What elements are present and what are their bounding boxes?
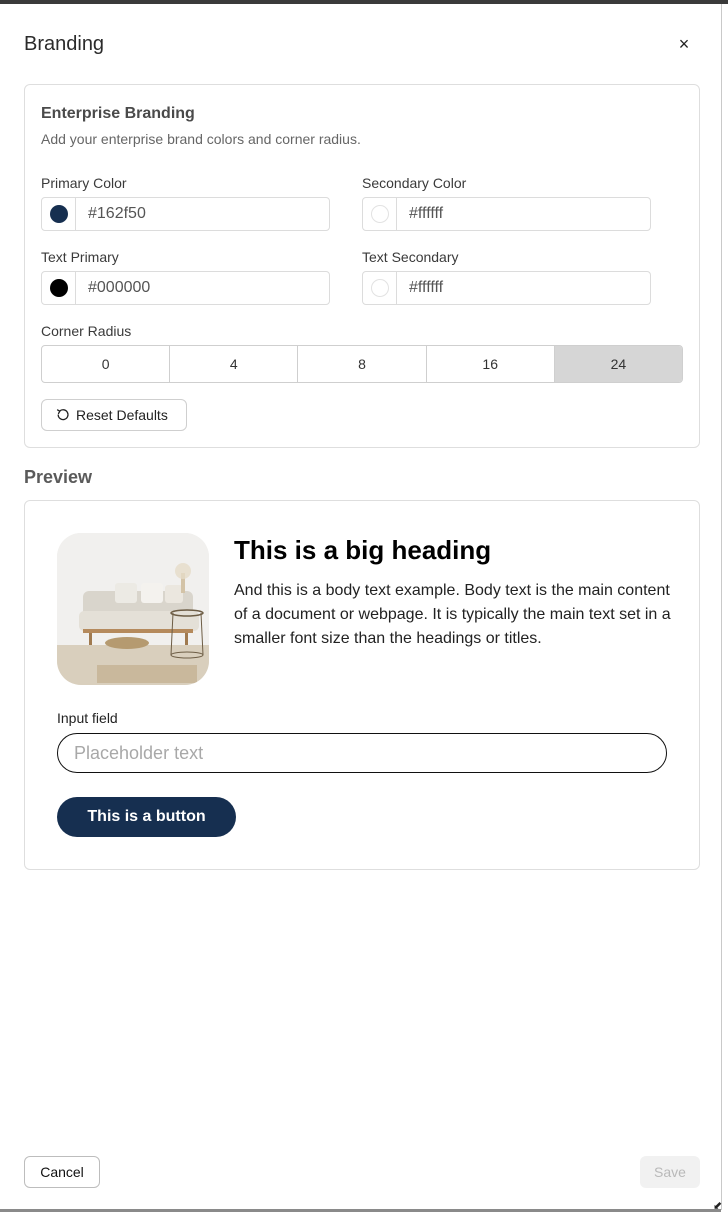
sofa-room-image: [57, 533, 209, 685]
text-primary-input[interactable]: [76, 272, 329, 304]
primary-color-input[interactable]: [76, 198, 329, 230]
save-button[interactable]: Save: [640, 1156, 700, 1188]
reset-icon: [56, 409, 69, 421]
close-icon: ×: [678, 33, 690, 54]
secondary-color-swatch: [370, 205, 389, 223]
scrollbar[interactable]: [721, 4, 722, 1210]
window-top-bar: [0, 0, 728, 4]
close-button[interactable]: ×: [672, 32, 696, 56]
primary-color-field[interactable]: [41, 197, 330, 231]
resize-handle-icon[interactable]: ⬋: [713, 1201, 725, 1212]
secondary-color-picker[interactable]: [363, 198, 397, 230]
secondary-color-input[interactable]: [397, 198, 650, 230]
text-secondary-swatch: [370, 279, 389, 297]
primary-color-swatch: [49, 205, 68, 223]
preview-heading: This is a big heading: [234, 535, 492, 565]
corner-radius-option-24[interactable]: 24: [554, 346, 682, 382]
corner-radius-label: Corner Radius: [41, 323, 132, 339]
text-secondary-input[interactable]: [397, 272, 650, 304]
corner-radius-option-16[interactable]: 16: [427, 346, 555, 382]
preview-input-label: Input field: [57, 710, 118, 726]
preview-section-title: Preview: [24, 467, 93, 487]
text-primary-picker[interactable]: [42, 272, 76, 304]
primary-color-label: Primary Color: [41, 175, 127, 191]
text-secondary-label: Text Secondary: [362, 249, 459, 265]
secondary-color-label: Secondary Color: [362, 175, 467, 191]
text-primary-label: Text Primary: [41, 249, 119, 265]
preview-button[interactable]: This is a button: [57, 797, 236, 837]
text-secondary-picker[interactable]: [363, 272, 397, 304]
branding-card-title: Enterprise Branding: [41, 105, 195, 122]
text-primary-swatch: [49, 279, 68, 297]
primary-color-picker[interactable]: [42, 198, 76, 230]
enterprise-branding-card: Enterprise Branding Add your enterprise …: [24, 84, 700, 448]
reset-defaults-label: Reset Defaults: [76, 407, 168, 423]
corner-radius-option-8[interactable]: 8: [298, 346, 427, 382]
text-primary-field[interactable]: [41, 271, 330, 305]
modal-title: Branding: [24, 33, 105, 55]
cancel-button[interactable]: Cancel: [24, 1156, 100, 1188]
secondary-color-field[interactable]: [362, 197, 651, 231]
corner-radius-option-0[interactable]: 0: [42, 346, 171, 382]
preview-body-text: And this is a body text example. Body te…: [234, 582, 671, 647]
reset-defaults-button[interactable]: Reset Defaults: [41, 399, 187, 431]
text-secondary-field[interactable]: [362, 271, 651, 305]
corner-radius-option-4[interactable]: 4: [170, 346, 299, 382]
preview-input-field[interactable]: [57, 733, 667, 773]
preview-card: This is a big heading And this is a body…: [24, 500, 700, 870]
corner-radius-selector: 0 4 8 16 24: [41, 345, 683, 383]
branding-card-description: Add your enterprise brand colors and cor…: [41, 131, 361, 147]
